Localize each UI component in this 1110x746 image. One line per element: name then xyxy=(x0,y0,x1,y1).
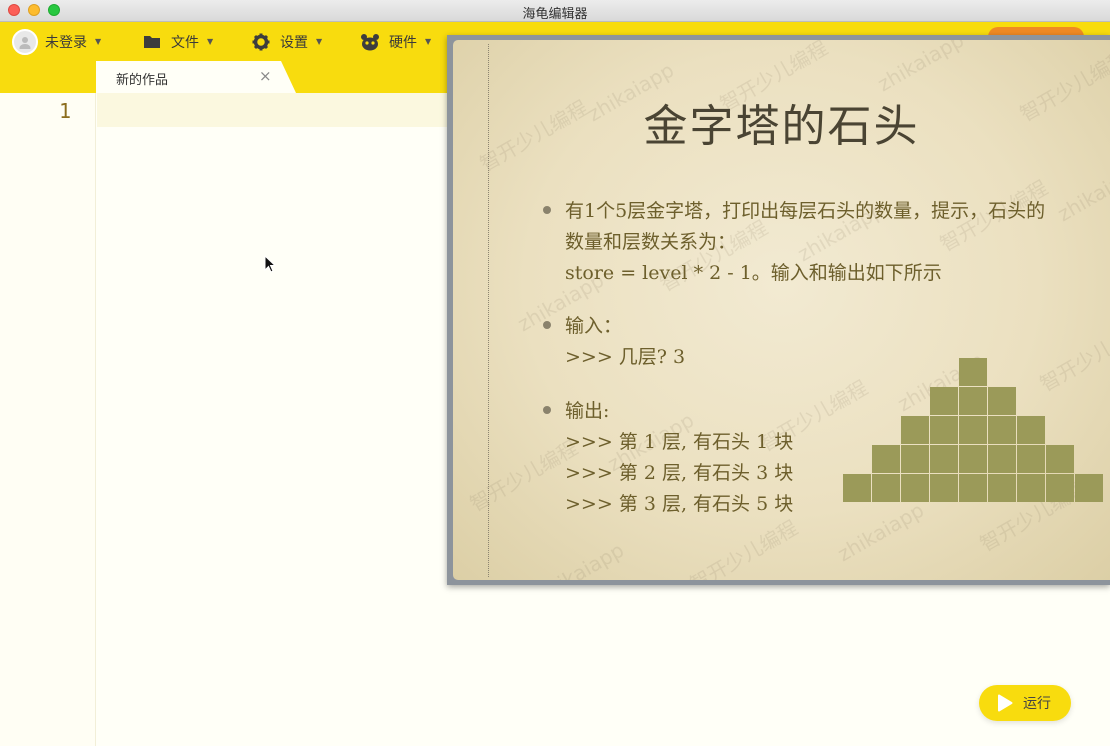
hardware-menu-label: 硬件 xyxy=(389,34,417,51)
mouse-pointer-icon xyxy=(264,255,276,273)
login-menu[interactable]: 未登录 ▼ xyxy=(12,22,101,61)
tab-label: 新的作品 xyxy=(116,73,169,88)
pyramid-stone xyxy=(901,445,929,473)
line-number: 1 xyxy=(58,99,71,123)
pyramid-stone xyxy=(1017,474,1045,502)
pyramid-stone xyxy=(1046,445,1074,473)
settings-menu-label: 设置 xyxy=(280,34,308,51)
bullet-line: 输入： xyxy=(565,315,623,337)
bullet-line: >>> 第 3 层, 有石头 5 块 xyxy=(565,493,794,515)
file-menu[interactable]: 文件 ▼ xyxy=(142,22,213,61)
slide: 智开少儿编程 zhikaiapp 智开少儿编程 zhikaiapp 智开少儿编程 zhik… xyxy=(453,40,1110,580)
watermark-text: zhikaiapp xyxy=(533,537,629,580)
bullet-dot xyxy=(543,206,551,214)
bullet-line: >>> 第 1 层, 有石头 1 块 xyxy=(565,431,794,453)
watermark-text: zhikaiapp xyxy=(1053,157,1110,227)
window-title: 海龟编辑器 xyxy=(522,7,588,22)
bullet-line: store = level * 2 - 1。输入和输出如下所示 xyxy=(565,262,942,284)
bullet-line: >>> 几层? 3 xyxy=(565,346,686,368)
window-titlebar: 海龟编辑器 xyxy=(0,0,1110,22)
pyramid-stone xyxy=(988,387,1016,415)
play-icon xyxy=(997,694,1013,712)
pyramid-stone xyxy=(1075,474,1103,502)
settings-menu[interactable]: 设置 ▼ xyxy=(251,22,322,61)
run-button-label: 运行 xyxy=(1023,696,1051,712)
chevron-down-icon: ▼ xyxy=(425,37,432,46)
bullet-line: 输出: xyxy=(565,400,610,422)
pyramid-stone xyxy=(843,474,871,502)
login-label: 未登录 xyxy=(45,34,87,51)
pyramid-stone xyxy=(1017,416,1045,444)
file-menu-label: 文件 xyxy=(171,34,199,51)
pyramid-stone xyxy=(930,416,958,444)
pyramid-stone xyxy=(930,445,958,473)
slide-viewer-window[interactable]: 智开少儿编程 zhikaiapp 智开少儿编程 zhikaiapp 智开少儿编程 zhik… xyxy=(447,35,1110,585)
chevron-down-icon: ▼ xyxy=(207,37,214,46)
gear-icon xyxy=(251,32,271,52)
slide-title: 金字塔的石头 xyxy=(643,101,920,152)
pyramid-stone xyxy=(1046,474,1074,502)
pyramid-stone xyxy=(872,445,900,473)
pyramid-stone xyxy=(959,416,987,444)
pyramid-stone xyxy=(959,445,987,473)
watermark-text: zhikaiapp xyxy=(873,40,969,97)
chevron-down-icon: ▼ xyxy=(316,37,323,46)
pyramid-stone xyxy=(988,416,1016,444)
close-tab-icon[interactable]: × xyxy=(259,67,272,85)
bullet-line: 数量和层数关系为： xyxy=(565,231,737,253)
tab-new-work[interactable]: 新的作品 × xyxy=(96,61,296,93)
pyramid-stone xyxy=(930,474,958,502)
user-icon xyxy=(19,36,31,49)
pyramid-stone xyxy=(901,416,929,444)
avatar xyxy=(12,28,38,55)
bullet-line: 有1个5层金字塔，打印出每层石头的数量，提示，石头的 xyxy=(565,200,1046,222)
run-button[interactable]: 运行 xyxy=(979,685,1071,721)
line-number-gutter: 1 xyxy=(0,93,96,746)
pyramid-stone xyxy=(959,387,987,415)
pyramid-stone xyxy=(1017,445,1045,473)
pyramid-stone xyxy=(959,474,987,502)
folder-icon xyxy=(142,32,162,52)
hardware-menu[interactable]: 硬件 ▼ xyxy=(360,22,431,61)
pyramid-illustration xyxy=(843,358,1103,502)
robot-icon xyxy=(360,32,380,52)
bullet-dot xyxy=(543,321,551,329)
pyramid-stone xyxy=(930,387,958,415)
pyramid-stone xyxy=(872,474,900,502)
pyramid-stone xyxy=(901,474,929,502)
bullet-line: >>> 第 2 层, 有石头 3 块 xyxy=(565,462,794,484)
watermark-text: zhikaiapp xyxy=(833,497,929,567)
pyramid-stone xyxy=(988,474,1016,502)
watermark-text: 智开少儿编程 xyxy=(685,515,802,580)
pyramid-stone xyxy=(959,358,987,386)
chevron-down-icon: ▼ xyxy=(95,37,102,46)
bullet-dot xyxy=(543,406,551,414)
pyramid-stone xyxy=(988,445,1016,473)
